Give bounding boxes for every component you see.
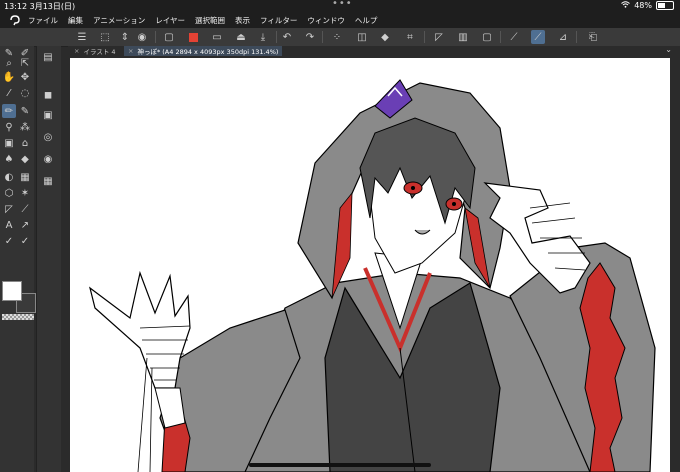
airbrush-tool-icon[interactable]: ⁂ (18, 120, 32, 134)
menu-selection[interactable]: 選択範囲 (195, 15, 225, 26)
color-swatches[interactable] (2, 281, 36, 313)
fill-tool-icon[interactable]: ◐ (2, 170, 16, 184)
layer-select-icon[interactable]: ⬚ (98, 30, 112, 44)
eraser-tool-icon[interactable]: ⌂ (18, 136, 32, 150)
open-folder-icon[interactable]: ▭ (210, 30, 224, 44)
clear-eraser-icon[interactable]: ◆ (18, 152, 32, 166)
left-wrist (154, 387, 186, 429)
pen-pressure-icon[interactable]: ⊿ (556, 30, 570, 44)
stepper-arrows-icon[interactable]: ⇕ (118, 30, 132, 44)
fill-icon[interactable]: ◆ (378, 30, 392, 44)
menu-window[interactable]: ウィンドウ (307, 15, 345, 26)
document-tab-bar: × イラスト 4 × 神っぽ* (A4 2894 x 4093px 350dpi… (68, 45, 680, 56)
menu-help[interactable]: ヘルプ (355, 15, 378, 26)
figure-tool-icon[interactable]: ⬡ (2, 186, 16, 200)
quick-access-icon[interactable]: ⎗ (586, 30, 600, 44)
gradient-tool-icon[interactable]: ▦ (18, 170, 32, 184)
left-hand (89, 270, 191, 389)
foreground-color-swatch[interactable] (2, 281, 22, 301)
menu-bar: ファイル 編集 アニメーション レイヤー 選択範囲 表示 フィルター ウィンドウ… (0, 12, 680, 28)
blend-tool-icon[interactable]: ♠ (2, 152, 16, 166)
tool-palette: ✎ ✐ ⌕ ⇱ ✋ ✥ ⁄ ◌ ✏ ✎ ⚲ ⁂ ▣ ⌂ ♠ ◆ ◐ ▦ ⬡ ✶ … (0, 46, 36, 472)
tool-property-icon[interactable]: ▤ (41, 50, 55, 64)
hand-icon[interactable]: ✋ (2, 70, 16, 84)
palette-bar: ▤ ◼ ▣ ◎ ◉ ▦ (36, 46, 61, 472)
undo-icon[interactable]: ↶ (280, 30, 294, 44)
eyedropper-icon[interactable]: ⁄ (2, 86, 16, 100)
command-bar: ☰ ⬚ ⇕ ◉ ▢ ▭ ⏏ ⤓ ↶ ↷ ⁘ ◫ ◆ ⌗ ◸ ▥ ▢ ⟋ ⟋ ⊿ … (0, 28, 680, 47)
menu-file[interactable]: ファイル (28, 15, 58, 26)
navigator-icon[interactable]: ◎ (41, 130, 55, 144)
menu-filter[interactable]: フィルター (260, 15, 297, 26)
save-icon[interactable]: ⏏ (234, 30, 248, 44)
brush-tool-icon[interactable]: ⚲ (2, 120, 16, 134)
pencil-tool-icon[interactable]: ✎ (18, 104, 32, 118)
clear-icon[interactable]: ◫ (355, 30, 369, 44)
frame-tool-icon[interactable]: ◸ (2, 202, 16, 216)
brush-settings-icon[interactable]: ⟋ (531, 30, 545, 44)
wifi-icon (621, 1, 631, 10)
color-wheel-icon[interactable]: ◉ (41, 152, 55, 166)
correct-line-alt-icon[interactable]: ✓ (18, 234, 32, 248)
hamburger-menu-icon[interactable]: ☰ (75, 30, 89, 44)
status-time: 13:12 3月13日(日) (4, 2, 76, 11)
import-icon[interactable]: ⤓ (256, 30, 270, 44)
close-tab-icon[interactable]: × (128, 47, 133, 55)
stroke-tool-icon[interactable]: ⟋ (507, 30, 521, 44)
ruler-tool-icon[interactable]: ⟋ (18, 202, 32, 216)
menu-edit[interactable]: 編集 (68, 15, 83, 26)
mirror-icon[interactable]: ◸ (432, 30, 446, 44)
brush-size-icon[interactable]: ◼ (41, 88, 55, 102)
transparent-color-swatch[interactable] (2, 314, 34, 320)
view-eye-icon[interactable]: ◉ (135, 30, 149, 44)
home-indicator (249, 463, 431, 467)
correct-line-icon[interactable]: ✓ (2, 234, 16, 248)
ruler-icon[interactable]: ▥ (456, 30, 470, 44)
close-tab-icon[interactable]: × (74, 47, 79, 55)
lasso-icon[interactable]: ◌ (18, 86, 32, 100)
new-layer-icon[interactable]: ▢ (162, 30, 176, 44)
multitask-dots-icon[interactable]: ••• (332, 0, 353, 9)
line-tool-icon[interactable]: ✶ (18, 186, 32, 200)
zoom-icon[interactable]: ⌕ (2, 56, 16, 70)
tab-illustration-4[interactable]: × イラスト 4 (70, 46, 120, 56)
layer-palette-icon[interactable]: ▣ (41, 108, 55, 122)
app-logo-icon[interactable] (8, 14, 22, 26)
redo-icon[interactable]: ↷ (303, 30, 317, 44)
drawing-canvas[interactable] (70, 58, 670, 472)
status-bar: 13:12 3月13日(日) ••• 48% (0, 0, 680, 12)
shape-icon[interactable]: ▢ (480, 30, 494, 44)
battery-percent: 48% (634, 1, 652, 10)
transform-icon[interactable]: ⌗ (403, 30, 417, 44)
pen-tool-icon[interactable]: ✏ (2, 104, 16, 118)
object-select-icon[interactable]: ⇱ (18, 56, 32, 70)
move-icon[interactable]: ✥ (18, 70, 32, 84)
decoration-tool-icon[interactable]: ▣ (2, 136, 16, 150)
deselect-icon[interactable]: ⁘ (330, 30, 344, 44)
tab-active-document[interactable]: × 神っぽ* (A4 2894 x 4093px 350dpi 131.4%) (124, 46, 283, 56)
right-panel-edge (670, 56, 680, 472)
main-color-swatch[interactable] (186, 30, 200, 44)
illustration-artwork (89, 79, 656, 472)
menu-animation[interactable]: アニメーション (93, 15, 145, 26)
menu-view[interactable]: 表示 (235, 15, 250, 26)
menu-layer[interactable]: レイヤー (155, 15, 185, 26)
material-icon[interactable]: ▦ (41, 174, 55, 188)
text-tool-icon[interactable]: A (2, 218, 16, 232)
chevron-down-icon[interactable]: ⌄ (665, 45, 672, 54)
balloon-tool-icon[interactable]: ↗ (18, 218, 32, 232)
battery-icon (656, 1, 674, 10)
